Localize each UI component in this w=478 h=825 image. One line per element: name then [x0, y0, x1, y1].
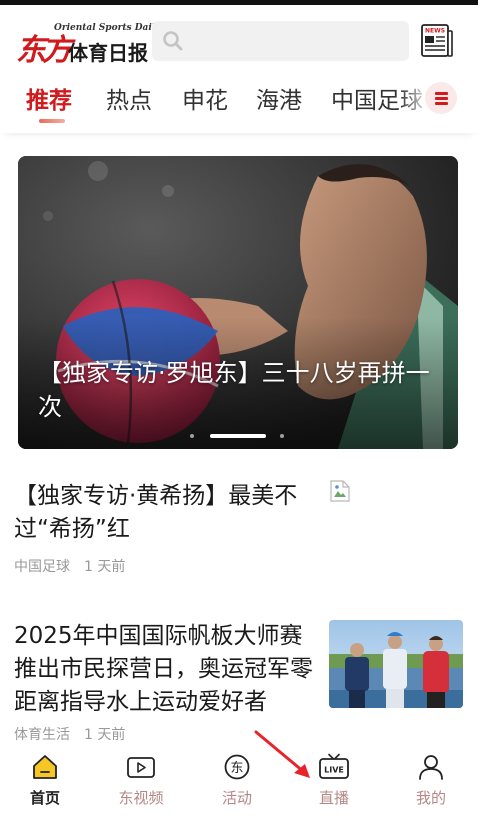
- tab-recommend[interactable]: 推荐: [26, 81, 72, 115]
- article-time: 1 天前: [84, 727, 126, 743]
- live-icon: LIVE: [319, 753, 349, 779]
- carousel-dot: [190, 434, 194, 438]
- nav-video-label: 东视频: [118, 789, 164, 807]
- bottom-navigation: 首页 东视频 东 活动 LIVE 直播 我的: [0, 745, 478, 825]
- article-thumbnail: [329, 620, 463, 708]
- carousel-indicator: [190, 434, 290, 440]
- tab-menu-button[interactable]: [425, 82, 457, 114]
- profile-icon: [419, 755, 443, 780]
- video-icon: [127, 757, 155, 778]
- article-category: 体育生活: [14, 727, 70, 743]
- home-icon: [33, 755, 57, 779]
- article-meta: 体育生活 1 天前: [14, 724, 139, 744]
- article-title: 2025年中国国际帆板大师赛推出市民探营日，奥运冠军零距离指导水上运动爱好者: [14, 623, 313, 715]
- nav-live-label: 直播: [318, 789, 349, 807]
- category-tabs: 推荐 热点 申花 海港 中国足球: [0, 75, 478, 133]
- active-tab-indicator: [39, 119, 65, 123]
- nav-home[interactable]: 首页: [5, 753, 85, 823]
- annotation-arrow-icon: [254, 730, 310, 778]
- article-title: 【独家专访·黄希扬】最美不过“希扬”红: [14, 483, 298, 542]
- activity-icon: 东: [224, 754, 250, 780]
- news-icon-text: NEWS: [425, 28, 445, 35]
- tab-shenhua[interactable]: 申花: [182, 81, 228, 115]
- tab-hot[interactable]: 热点: [106, 81, 152, 115]
- nav-profile[interactable]: 我的: [391, 753, 471, 823]
- article-card[interactable]: 2025年中国国际帆板大师赛推出市民探营日，奥运冠军零距离指导水上运动爱好者 体…: [14, 620, 464, 745]
- newspaper-icon[interactable]: NEWS: [420, 23, 454, 59]
- search-input[interactable]: [192, 27, 392, 55]
- search-bar[interactable]: [152, 21, 409, 61]
- carousel-dot-active: [210, 434, 266, 438]
- banner-title: 【独家专访·罗旭东】三十八岁再拼一次: [38, 359, 430, 421]
- featured-banner[interactable]: 【独家专访·罗旭东】三十八岁再拼一次: [18, 156, 458, 449]
- nav-activity-label: 活动: [221, 789, 252, 807]
- nav-video[interactable]: 东视频: [101, 753, 181, 823]
- broken-image-icon: [330, 480, 350, 502]
- search-icon: [163, 31, 183, 51]
- logo-subtitle: Oriental Sports Daily: [54, 23, 161, 33]
- logo-name: 体育日报: [68, 41, 148, 65]
- app-header: 东方 Oriental Sports Daily 体育日报 NEWS: [0, 5, 478, 75]
- app-logo[interactable]: 东方 Oriental Sports Daily 体育日报: [16, 23, 160, 68]
- article-category: 中国足球: [14, 559, 70, 575]
- svg-text:东: 东: [230, 761, 243, 776]
- article-meta: 中国足球 1 天前: [14, 556, 139, 576]
- tab-haigang[interactable]: 海港: [256, 81, 302, 115]
- nav-profile-label: 我的: [415, 789, 446, 807]
- svg-text:LIVE: LIVE: [324, 766, 344, 775]
- article-card[interactable]: 【独家专访·黄希扬】最美不过“希扬”红 中国足球 1 天前: [14, 480, 464, 580]
- article-time: 1 天前: [84, 559, 126, 575]
- carousel-dot: [280, 434, 284, 438]
- nav-home-label: 首页: [29, 789, 60, 807]
